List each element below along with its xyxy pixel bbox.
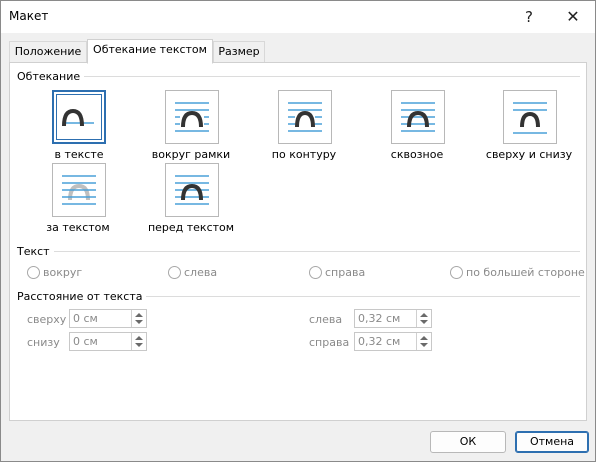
distance-right-spinner[interactable]: 0,32 см [354,332,432,351]
distance-left-value: 0,32 см [358,312,401,325]
text-section-label: Текст [17,245,54,258]
wrap-square-label: вокруг рамки [151,148,231,161]
spin-up-icon[interactable] [135,313,143,317]
wrap-inline-icon [62,108,94,127]
wrap-front-option[interactable] [165,163,219,217]
distance-top-spinner[interactable]: 0 см [69,309,147,328]
ok-button[interactable]: ОК [430,431,506,453]
distance-right-label: справа [309,336,350,349]
radio-right[interactable] [309,266,322,279]
wrap-behind-icon [62,175,96,205]
spin-down-icon[interactable] [135,343,143,347]
distance-left-spinner[interactable]: 0,32 см [354,309,432,328]
distance-right-value: 0,32 см [358,335,401,348]
distance-top-value: 0 см [73,312,98,325]
wrap-through-label: сквозное [390,148,444,161]
distance-top-label: сверху [27,313,67,326]
distance-section-label: Расстояние от текста [17,290,147,303]
spinner-arrows[interactable] [416,333,431,350]
spin-down-icon[interactable] [135,320,143,324]
wrap-behind-option[interactable] [52,163,106,217]
tab-panel: Обтекание в тексте вокруг рамки по конту… [9,62,587,421]
wrap-tight-icon [288,102,322,132]
layout-dialog: Макет ? ✕ Положение Обтекание текстом Ра… [0,0,596,462]
spinner-arrows[interactable] [416,310,431,327]
tab-size[interactable]: Размер [213,41,265,62]
spinner-arrows[interactable] [131,333,146,350]
spinner-arrows[interactable] [131,310,146,327]
wrap-square-icon [175,102,209,132]
radio-around[interactable] [27,266,40,279]
section-divider [80,76,580,77]
spin-up-icon[interactable] [420,313,428,317]
section-divider [50,251,580,252]
cancel-button[interactable]: Отмена [515,431,589,453]
radio-left[interactable] [168,266,181,279]
wrap-top-bottom-icon [513,102,547,134]
spin-up-icon[interactable] [135,336,143,340]
wrap-top-bottom-label: сверху и снизу [485,148,573,161]
tab-text-wrapping[interactable]: Обтекание текстом [87,39,213,64]
wrap-through-icon [401,102,435,132]
radio-around-label: вокруг [43,266,83,279]
wrap-tight-option[interactable] [278,90,332,144]
tab-position[interactable]: Положение [9,41,87,62]
distance-bottom-label: снизу [27,336,60,349]
wrap-behind-label: за текстом [46,221,110,234]
wrap-through-option[interactable] [391,90,445,144]
radio-left-label: слева [184,266,218,279]
wrap-inline-option[interactable] [52,90,106,144]
distance-bottom-value: 0 см [73,335,98,348]
radio-largest-side-label: по большей стороне [466,266,585,279]
distance-bottom-spinner[interactable]: 0 см [69,332,147,351]
help-button[interactable]: ? [509,3,549,31]
title-bar: Макет ? ✕ [1,1,595,33]
dialog-title: Макет [9,9,49,23]
wrap-front-icon [175,175,209,205]
wrap-front-label: перед текстом [147,221,235,234]
section-divider [135,296,580,297]
wrap-square-option[interactable] [165,90,219,144]
radio-right-label: справа [325,266,366,279]
wrap-inline-label: в тексте [54,148,104,161]
spin-down-icon[interactable] [420,343,428,347]
wrap-top-bottom-option[interactable] [503,90,557,144]
close-button[interactable]: ✕ [553,3,593,31]
wrap-tight-label: по контуру [271,148,337,161]
distance-left-label: слева [309,313,343,326]
wrapping-section-label: Обтекание [17,70,85,83]
spin-down-icon[interactable] [420,320,428,324]
radio-largest-side[interactable] [450,266,463,279]
spin-up-icon[interactable] [420,336,428,340]
